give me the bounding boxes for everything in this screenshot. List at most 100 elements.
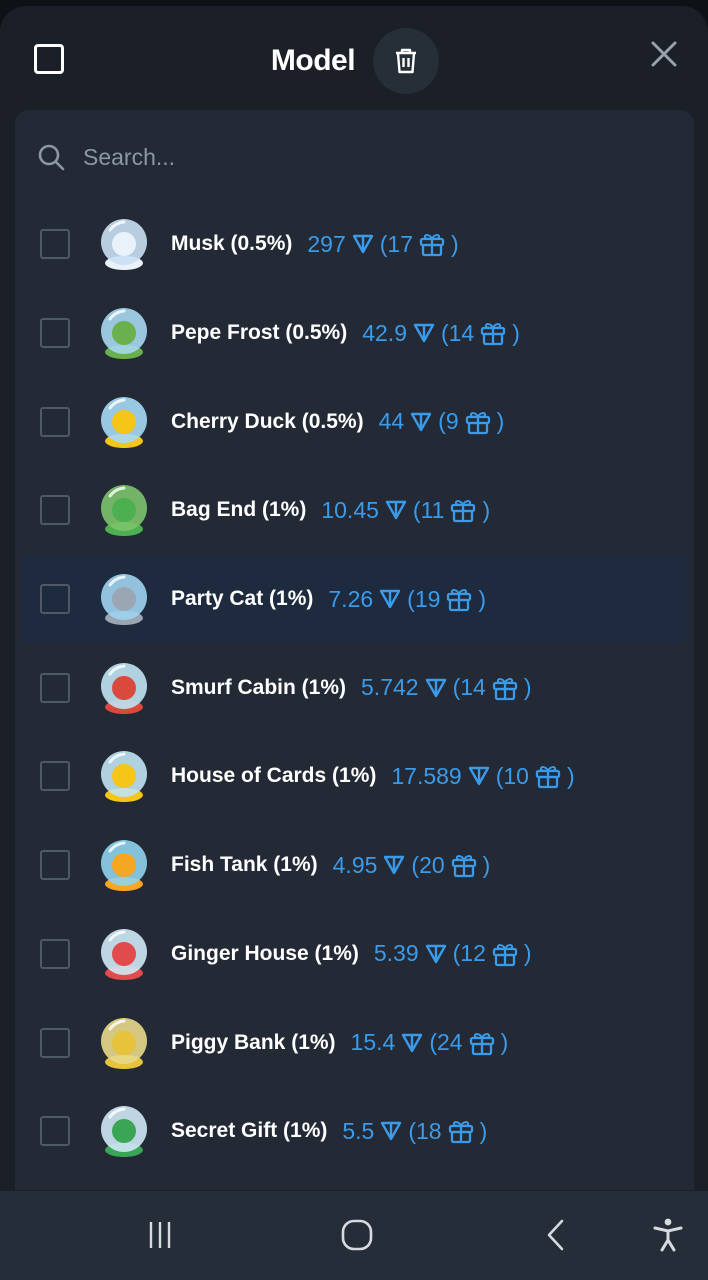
gift-count-close: ) [512, 319, 520, 346]
model-name: House of Cards (1%) [171, 764, 377, 788]
search-bar[interactable] [37, 136, 657, 178]
gift-count-close: ) [523, 940, 532, 967]
system-nav-bar [0, 1191, 708, 1280]
ton-diamond-icon [468, 767, 489, 786]
price-value: 42.9 [362, 319, 407, 346]
gift-count: (14 [452, 674, 486, 701]
item-checkbox[interactable] [40, 672, 70, 703]
gift-count-close: ) [482, 851, 491, 878]
price-info: 17.589 (10) [391, 763, 574, 790]
model-name: Cherry Duck (0.5%) [171, 409, 364, 433]
close-button[interactable] [646, 36, 682, 72]
ton-diamond-icon [410, 412, 432, 431]
list-item[interactable]: Cherry Duck (0.5%) 44 (9) [15, 377, 694, 466]
item-checkbox[interactable] [40, 1116, 70, 1147]
price-info: 15.4 (24) [351, 1029, 509, 1056]
gift-count: (14 [440, 319, 475, 346]
list-item[interactable]: Ginger House (1%) 5.39 (12) [15, 910, 694, 999]
list-item[interactable]: Bag End (1%) 10.45 (11) [15, 466, 694, 555]
price-value: 5.742 [361, 674, 419, 701]
list-item[interactable]: Piggy Bank (1%) 15.4 (24) [15, 998, 694, 1087]
gift-count: (20 [411, 851, 445, 878]
gift-count: (24 [429, 1029, 463, 1056]
price-value: 17.589 [391, 762, 462, 789]
model-thumbnail [96, 216, 152, 272]
model-name: Secret Gift (1%) [171, 1119, 328, 1143]
gift-count: (10 [495, 762, 529, 789]
price-info: 10.45 (11) [321, 497, 490, 524]
ton-diamond-icon [425, 678, 446, 697]
accessibility-icon [653, 1218, 683, 1252]
back-icon [547, 1219, 564, 1251]
model-name: Ginger House (1%) [171, 941, 359, 965]
price-value: 7.26 [328, 585, 374, 612]
price-info: 297 (17) [307, 231, 458, 258]
model-thumbnail [96, 748, 152, 804]
gift-icon [419, 234, 445, 257]
gift-count-close: ) [478, 585, 487, 612]
ton-diamond-icon [381, 1122, 402, 1141]
price-value: 5.39 [373, 940, 419, 967]
select-all-checkbox[interactable] [34, 44, 64, 74]
item-checkbox[interactable] [40, 318, 70, 349]
price-info: 5.39 (12) [374, 940, 532, 967]
list-item[interactable]: Party Cat (1%) 7.26 (19) [23, 554, 686, 644]
model-list: Musk (0.5%) 297 (17) Pepe Frost (0.5%) 42.9 (… [15, 200, 694, 1176]
gift-count: (18 [408, 1117, 442, 1144]
gift-count-close: ) [451, 230, 459, 257]
model-name: Smurf Cabin (1%) [171, 675, 347, 699]
item-checkbox[interactable] [40, 850, 70, 881]
price-info: 5.742 (14) [361, 674, 531, 701]
price-info: 5.5 (18) [342, 1118, 487, 1145]
list-item[interactable]: House of Cards (1%) 17.589 (10) [15, 732, 694, 821]
item-checkbox[interactable] [40, 495, 70, 526]
item-checkbox[interactable] [40, 938, 70, 969]
gift-count: (17 [379, 230, 413, 257]
model-thumbnail [96, 394, 152, 450]
item-checkbox[interactable] [40, 1027, 70, 1058]
gift-count: (12 [452, 940, 486, 967]
back-button[interactable] [534, 1213, 578, 1257]
item-checkbox[interactable] [40, 229, 70, 260]
search-input[interactable] [81, 142, 625, 172]
ton-diamond-icon [402, 1033, 423, 1052]
page-title: Model [270, 44, 356, 77]
price-value: 4.95 [332, 851, 378, 878]
home-icon [341, 1219, 373, 1251]
recents-icon [149, 1222, 171, 1248]
gift-count-close: ) [482, 496, 491, 523]
ton-diamond-icon [384, 855, 405, 875]
model-name: Musk (0.5%) [171, 232, 293, 256]
ton-diamond-icon [425, 944, 446, 964]
home-button[interactable] [335, 1213, 379, 1257]
gift-count-close: ) [500, 1029, 509, 1056]
list-item[interactable]: Pepe Frost (0.5%) 42.9 (14) [15, 289, 694, 378]
list-item[interactable]: Smurf Cabin (1%) 5.742 (14) [15, 643, 694, 732]
item-checkbox[interactable] [40, 406, 70, 437]
model-thumbnail [96, 1015, 152, 1071]
list-item[interactable]: Secret Gift (1%) 5.5 (18) [15, 1087, 694, 1176]
price-info: 7.26 (19) [328, 586, 486, 613]
item-checkbox[interactable] [40, 761, 70, 792]
gift-icon [481, 323, 506, 346]
search-icon [38, 144, 65, 171]
filter-panel: Musk (0.5%) 297 (17) Pepe Frost (0.5%) 42.9 (… [15, 110, 694, 1190]
model-thumbnail [96, 837, 152, 893]
gift-icon [465, 411, 490, 434]
gift-icon [447, 589, 472, 612]
close-icon [651, 41, 677, 67]
gift-icon [451, 855, 476, 878]
recents-button[interactable] [138, 1213, 182, 1257]
list-item[interactable]: Musk (0.5%) 297 (17) [15, 200, 694, 289]
accessibility-button[interactable] [646, 1213, 690, 1257]
ton-diamond-icon [413, 323, 435, 343]
list-item[interactable]: Fish Tank (1%) 4.95 (20) [15, 821, 694, 910]
gift-icon [492, 677, 517, 700]
item-checkbox[interactable] [40, 584, 70, 615]
delete-button[interactable] [373, 28, 439, 94]
price-info: 44 (9) [379, 408, 505, 435]
price-value: 15.4 [350, 1029, 396, 1056]
gift-icon [451, 500, 476, 523]
gift-count: (9 [438, 408, 459, 435]
model-thumbnail [96, 660, 152, 716]
